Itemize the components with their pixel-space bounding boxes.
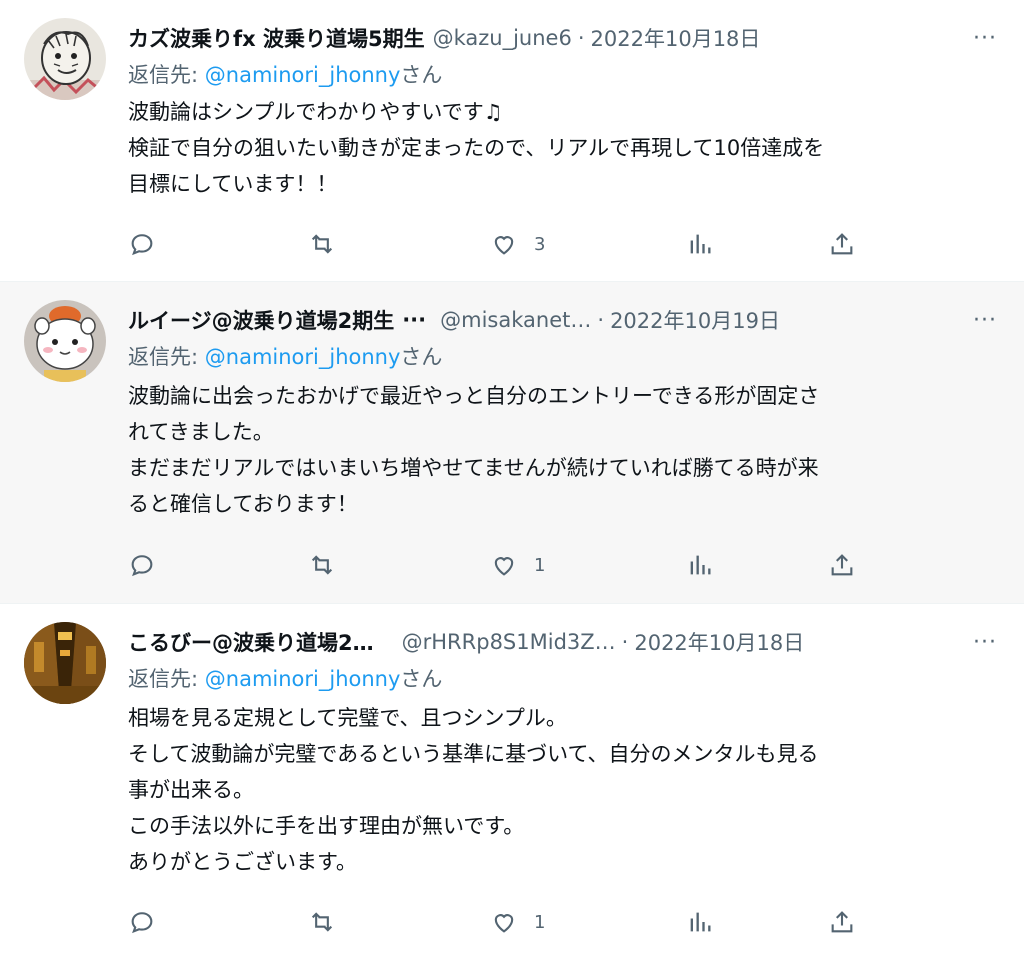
tweet-text-line: 目標にしています！！: [128, 172, 338, 196]
avatar[interactable]: [24, 622, 106, 704]
tweet-header: カズ波乗りfx 波乗り道場5期生 @kazu_june6 · 2022年10月1…: [128, 18, 1000, 58]
reply-button[interactable]: [128, 902, 156, 942]
like-button[interactable]: 1: [490, 902, 545, 942]
retweet-button[interactable]: [308, 545, 336, 585]
tweet-actions: 1: [128, 902, 868, 942]
like-count: 1: [534, 911, 546, 933]
tweet-text-line: れてきました。: [128, 420, 274, 444]
more-icon[interactable]: ···: [970, 627, 1000, 657]
tweet-header: こるびー@波乗り道場2… @rHRRp8S1Mid3Z… · 2022年10月1…: [128, 622, 1000, 662]
reply-mention-link[interactable]: @naminori_jhonny: [205, 63, 401, 87]
tweet-text-line: ると確信しております！: [128, 492, 358, 516]
user-handle[interactable]: @rHRRp8S1Mid3Z…: [402, 630, 616, 654]
reply-prefix: 返信先:: [128, 667, 205, 691]
tweet[interactable]: こるびー@波乗り道場2… @rHRRp8S1Mid3Z… · 2022年10月1…: [0, 604, 1024, 957]
reply-suffix: さん: [400, 667, 443, 691]
retweet-icon: [311, 555, 333, 575]
views-button[interactable]: [686, 545, 714, 585]
tweet-text-line: 波動論に出会ったおかげで最近やっと自分のエントリーできる形が固定さ: [128, 384, 820, 408]
tweet-text-line: 事が出来る。: [128, 778, 254, 802]
tweet-date[interactable]: 2022年10月19日: [610, 305, 780, 335]
display-name[interactable]: こるびー@波乗り道場2…: [128, 627, 374, 657]
share-icon: [831, 233, 853, 255]
like-count: 3: [534, 233, 546, 255]
views-icon: [690, 234, 711, 254]
tweet-date[interactable]: 2022年10月18日: [591, 23, 761, 53]
like-button[interactable]: 1: [490, 545, 545, 585]
tweet[interactable]: ルイージ@波乗り道場2期生 ··· @misakanet… · 2022年10月…: [0, 282, 1024, 604]
tweet-actions: 1: [128, 545, 868, 585]
reply-context: 返信先: @naminori_jhonnyさん: [128, 341, 442, 371]
tweet-header: ルイージ@波乗り道場2期生 ··· @misakanet… · 2022年10月…: [128, 300, 1000, 340]
reply-prefix: 返信先:: [128, 345, 205, 369]
avatar[interactable]: [24, 300, 106, 382]
tweet[interactable]: カズ波乗りfx 波乗り道場5期生 @kazu_june6 · 2022年10月1…: [0, 0, 1024, 282]
reply-button[interactable]: [128, 224, 156, 264]
retweet-button[interactable]: [308, 902, 336, 942]
user-handle[interactable]: @kazu_june6: [433, 26, 572, 50]
user-handle[interactable]: @misakanet…: [440, 308, 591, 332]
views-button[interactable]: [686, 902, 714, 942]
reply-icon: [131, 912, 153, 934]
reply-mention-link[interactable]: @naminori_jhonny: [205, 345, 401, 369]
date-separator: ·: [621, 630, 629, 654]
views-icon: [690, 912, 711, 932]
reply-icon: [131, 234, 153, 256]
reply-mention-link[interactable]: @naminori_jhonny: [205, 667, 401, 691]
retweet-button[interactable]: [308, 224, 336, 264]
views-icon: [690, 555, 711, 575]
tweet-text: 波動論に出会ったおかげで最近やっと自分のエントリーできる形が固定さ れてきました…: [128, 378, 988, 522]
reply-prefix: 返信先:: [128, 63, 205, 87]
display-name[interactable]: カズ波乗りfx 波乗り道場5期生: [128, 23, 425, 53]
share-button[interactable]: [828, 224, 856, 264]
avatar[interactable]: [24, 18, 106, 100]
like-button[interactable]: 3: [490, 224, 545, 264]
date-separator: ·: [597, 308, 605, 332]
like-icon: [494, 236, 514, 255]
retweet-icon: [311, 912, 333, 932]
tweet-text-line: 相場を見る定規として完璧で、且つシンプル。: [128, 706, 567, 730]
retweet-icon: [311, 234, 333, 254]
tweet-text-line: この手法以外に手を出す理由が無いです。: [128, 814, 525, 838]
reply-button[interactable]: [128, 545, 156, 585]
more-icon[interactable]: ···: [970, 305, 1000, 335]
tweet-text-line: まだまだリアルではいまいち増やせてませんが続けていれば勝てる時が来: [128, 456, 819, 480]
views-button[interactable]: [686, 224, 714, 264]
reply-context: 返信先: @naminori_jhonnyさん: [128, 663, 442, 693]
display-name[interactable]: ルイージ@波乗り道場2期生: [128, 305, 394, 335]
tweet-feed: カズ波乗りfx 波乗り道場5期生 @kazu_june6 · 2022年10月1…: [0, 0, 1024, 957]
reply-context: 返信先: @naminori_jhonnyさん: [128, 59, 442, 89]
like-count: 1: [534, 554, 546, 576]
reply-icon: [131, 555, 153, 577]
tweet-date[interactable]: 2022年10月18日: [634, 627, 804, 657]
like-icon: [494, 557, 514, 576]
share-button[interactable]: [828, 545, 856, 585]
tweet-text-line: そして波動論が完璧であるという基準に基づいて、自分のメンタルも見る: [128, 742, 819, 766]
reply-suffix: さん: [400, 63, 443, 87]
tweet-text-line: 検証で自分の狙いたい動きが定まったので、リアルで再現して10倍達成を: [128, 136, 825, 160]
name-overflow-indicator: ···: [402, 308, 427, 332]
tweet-text-line: 波動論はシンプルでわかりやすいです♫: [128, 100, 503, 124]
like-icon: [494, 914, 514, 933]
tweet-text: 相場を見る定規として完璧で、且つシンプル。 そして波動論が完璧であるという基準に…: [128, 700, 988, 880]
reply-suffix: さん: [400, 345, 443, 369]
date-separator: ·: [577, 26, 585, 50]
tweet-text-line: ありがとうございます。: [128, 850, 357, 874]
share-icon: [831, 554, 853, 576]
tweet-actions: 3: [128, 224, 868, 264]
share-button[interactable]: [828, 902, 856, 942]
share-icon: [831, 911, 853, 933]
tweet-text: 波動論はシンプルでわかりやすいです♫ 検証で自分の狙いたい動きが定まったので、リ…: [128, 94, 988, 202]
more-icon[interactable]: ···: [970, 23, 1000, 53]
